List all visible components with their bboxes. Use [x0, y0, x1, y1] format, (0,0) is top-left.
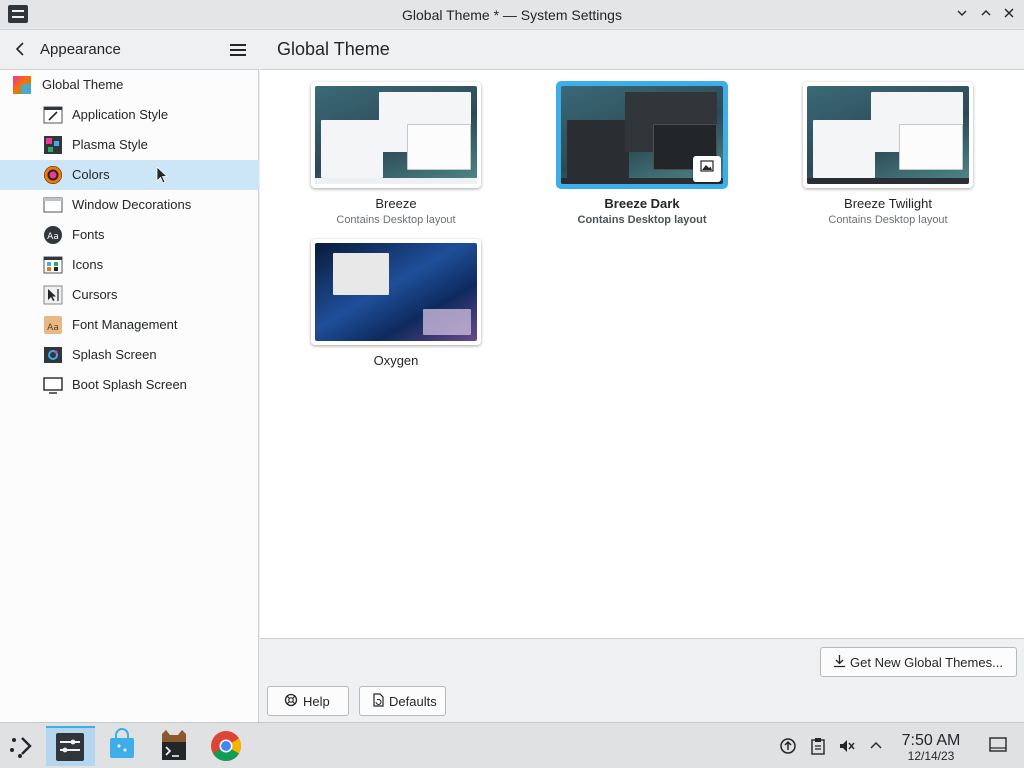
system-settings-icon[interactable] — [46, 726, 95, 766]
theme-thumbnail — [311, 82, 481, 188]
sidebar-item-label: Icons — [72, 257, 104, 272]
window-decorations-icon — [43, 195, 63, 215]
sidebar-item-global-theme[interactable]: Global Theme — [0, 70, 259, 100]
sidebar-item-label: Window Decorations — [72, 197, 192, 212]
sidebar-item-label: Plasma Style — [72, 137, 148, 152]
sidebar-title: Appearance — [40, 41, 121, 58]
theme-card-breeze-twilight[interactable]: Breeze Twilight Contains Desktop layout — [803, 82, 973, 232]
sidebar-item-label: Application Style — [72, 107, 169, 122]
mouse-cursor-icon — [156, 166, 169, 187]
plasma-style-icon — [43, 135, 63, 155]
sidebar-item-label: Boot Splash Screen — [72, 377, 187, 392]
help-icon — [284, 693, 298, 710]
footer-buttons: Help Defaults — [260, 686, 1024, 722]
theme-name: Breeze — [375, 196, 417, 211]
taskbar: 7:50 AM 12/14/23 — [0, 722, 1024, 768]
cursors-icon — [43, 285, 63, 305]
sidebar-item-label: Global Theme — [42, 77, 124, 92]
sidebar-item-window-decorations[interactable]: Window Decorations — [0, 190, 259, 220]
fonts-icon: Aa — [43, 225, 63, 245]
sidebar-item-label: Colors — [72, 167, 110, 182]
svg-text:Aa: Aa — [47, 232, 59, 242]
theme-name: Oxygen — [373, 353, 419, 368]
main-content: Global Theme Breeze Contains Desktop lay… — [260, 30, 1024, 722]
sidebar-item-plasma-style[interactable]: Plasma Style — [0, 130, 259, 160]
get-new-themes-button[interactable]: Get New Global Themes... — [820, 647, 1017, 677]
sidebar-header: Appearance — [0, 30, 259, 70]
sidebar-item-label: Fonts — [72, 227, 105, 242]
sidebar-item-icons[interactable]: Icons — [0, 250, 259, 280]
help-button[interactable]: Help — [267, 686, 349, 716]
splash-screen-icon — [43, 345, 63, 365]
main-header: Global Theme — [260, 30, 1024, 70]
theme-name: Breeze Twilight — [844, 196, 932, 211]
preview-image-icon[interactable] — [693, 156, 721, 182]
sidebar-item-cursors[interactable]: Cursors — [0, 280, 259, 310]
theme-thumbnail — [557, 82, 727, 188]
download-icon — [833, 654, 846, 671]
window-title: Global Theme * — System Settings — [402, 7, 622, 23]
sidebar-item-colors[interactable]: Colors — [0, 160, 259, 190]
application-style-icon — [43, 105, 63, 125]
theme-description: Contains Desktop layout — [336, 214, 456, 226]
footer-bar: Get New Global Themes... — [260, 638, 1024, 686]
chevron-up-icon[interactable] — [866, 737, 886, 757]
sidebar-item-font-management[interactable]: Aa Font Management — [0, 310, 259, 340]
theme-description: Contains Desktop layout — [577, 214, 707, 226]
maximize-icon[interactable] — [976, 5, 996, 25]
terminal-icon[interactable] — [151, 726, 197, 766]
title-bar: Global Theme * — System Settings — [0, 0, 1024, 30]
icons-icon — [43, 255, 63, 275]
application-launcher-icon[interactable] — [0, 726, 46, 766]
colors-icon — [43, 165, 63, 185]
sidebar-item-label: Splash Screen — [72, 347, 157, 362]
font-management-icon: Aa — [43, 315, 63, 335]
theme-thumbnail — [311, 239, 481, 345]
update-icon[interactable] — [778, 737, 798, 757]
theme-card-breeze-dark[interactable]: Breeze Dark Contains Desktop layout — [557, 82, 727, 232]
back-icon[interactable] — [14, 40, 30, 60]
sidebar-item-label: Font Management — [72, 317, 178, 332]
chrome-icon[interactable] — [203, 726, 249, 766]
svg-text:Aa: Aa — [47, 323, 59, 333]
hamburger-menu-icon[interactable] — [229, 42, 247, 58]
sidebar-item-application-style[interactable]: Application Style — [0, 100, 259, 130]
show-desktop-icon[interactable] — [988, 737, 1008, 757]
document-revert-icon — [372, 693, 384, 710]
sidebar: Appearance Global Theme Application Styl… — [0, 30, 259, 722]
close-icon[interactable] — [999, 5, 1019, 25]
sidebar-item-label: Cursors — [72, 287, 118, 302]
theme-card-breeze[interactable]: Breeze Contains Desktop layout — [311, 82, 481, 232]
clipboard-icon[interactable] — [808, 737, 828, 757]
theme-name: Breeze Dark — [604, 196, 680, 211]
sidebar-item-fonts[interactable]: Aa Fonts — [0, 220, 259, 250]
page-title: Global Theme — [277, 39, 390, 59]
theme-description: Contains Desktop layout — [828, 214, 948, 226]
boot-splash-screen-icon — [43, 375, 63, 395]
theme-thumbnail — [803, 82, 973, 188]
minimize-icon[interactable] — [952, 5, 972, 25]
defaults-button[interactable]: Defaults — [359, 686, 446, 716]
clock-date[interactable]: 12/14/23 — [893, 749, 969, 763]
sidebar-item-boot-splash-screen[interactable]: Boot Splash Screen — [0, 370, 259, 400]
clock-time[interactable]: 7:50 AM — [893, 732, 969, 750]
volume-muted-icon[interactable] — [837, 737, 857, 757]
sidebar-item-splash-screen[interactable]: Splash Screen — [0, 340, 259, 370]
theme-card-oxygen[interactable]: Oxygen — [311, 239, 481, 389]
discover-icon[interactable] — [99, 726, 145, 766]
global-theme-icon — [12, 75, 32, 95]
